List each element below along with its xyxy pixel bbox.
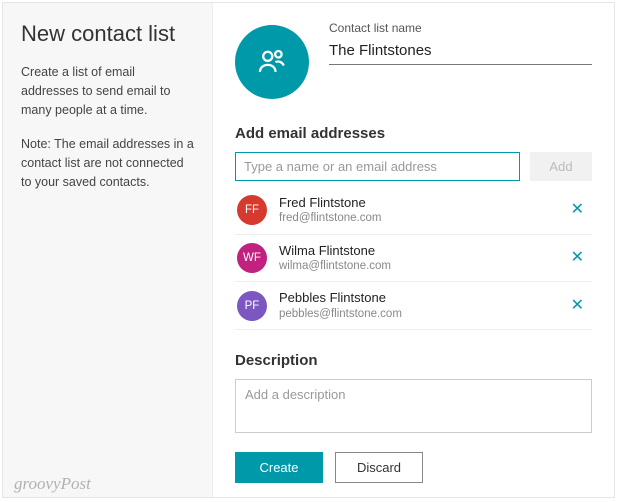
info-sidebar: New contact list Create a list of email … [3, 3, 213, 497]
contact-email: wilma@flintstone.com [279, 259, 553, 273]
contact-name: Fred Flintstone [279, 195, 553, 211]
contact-info: Fred Flintstonefred@flintstone.com [279, 195, 553, 226]
contact-list-name-input[interactable] [329, 38, 592, 65]
contact-initials-avatar: WF [237, 243, 267, 273]
contact-list: FFFred Flintstonefred@flintstone.com✕WFW… [235, 187, 592, 330]
contact-info: Pebbles Flintstonepebbles@flintstone.com [279, 290, 553, 321]
contact-row: FF Fred Flintstonefred@flintstone.com ✕ [235, 187, 592, 235]
main-content: Contact list name Add email addresses Ad… [213, 3, 614, 497]
description-title: Description [235, 352, 592, 369]
page-description: Create a list of email addresses to send… [21, 63, 196, 119]
add-emails-title: Add email addresses [235, 125, 592, 142]
contact-row: WF Wilma Flintstonewilma@flintstone.com ✕ [235, 235, 592, 283]
page-title: New contact list [21, 21, 196, 47]
contact-initials-avatar: PF [237, 291, 267, 321]
discard-button[interactable]: Discard [335, 452, 423, 483]
contact-row: PF Pebbles Flintstonepebbles@flintstone.c… [235, 282, 592, 330]
remove-contact-icon[interactable]: ✕ [565, 294, 590, 318]
contact-email: pebbles@flintstone.com [279, 307, 553, 321]
name-field-label: Contact list name [329, 21, 592, 35]
page-note: Note: The email addresses in a contact l… [21, 135, 196, 191]
contact-info: Wilma Flintstonewilma@flintstone.com [279, 243, 553, 274]
add-email-button[interactable]: Add [530, 152, 592, 181]
description-textarea[interactable] [235, 379, 592, 433]
remove-contact-icon[interactable]: ✕ [565, 246, 590, 270]
contact-initials-avatar: FF [237, 195, 267, 225]
contact-name: Wilma Flintstone [279, 243, 553, 259]
contact-list-avatar [235, 25, 309, 99]
add-email-input[interactable] [235, 152, 520, 181]
remove-contact-icon[interactable]: ✕ [565, 198, 590, 222]
contact-email: fred@flintstone.com [279, 211, 553, 225]
create-button[interactable]: Create [235, 452, 323, 483]
people-icon [255, 45, 289, 79]
contact-name: Pebbles Flintstone [279, 290, 553, 306]
